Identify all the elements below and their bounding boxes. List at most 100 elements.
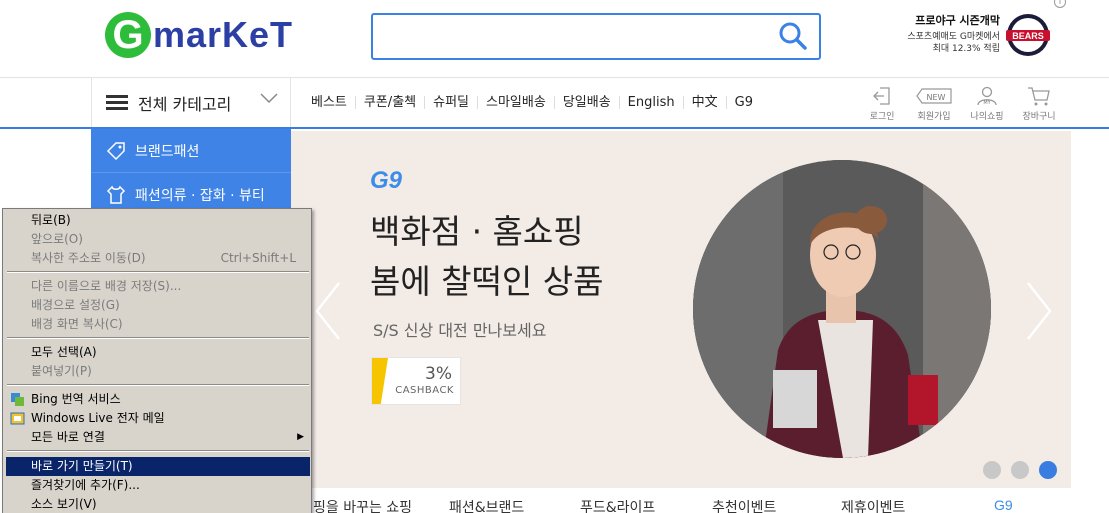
ctx-label: 붙여넣기(P) (31, 364, 92, 378)
banner-pagination (983, 461, 1057, 479)
ctx-all-accelerators[interactable]: 모든 바로 연결 ▶ (6, 428, 310, 447)
main-navbar: 전체 카테고리 베스트 쿠폰/출첵 슈퍼딜 스마일배송 당일배송 English… (0, 78, 1109, 129)
info-icon[interactable]: i (1054, 0, 1066, 8)
tab-partner-events[interactable]: 제휴이벤트 (841, 497, 905, 513)
nav-link-g9[interactable]: G9 (727, 96, 761, 109)
search-box (371, 13, 821, 60)
ctx-label: Bing 번역 서비스 (31, 392, 121, 406)
my-shopping-button[interactable]: MY 나의쇼핑 (965, 86, 1009, 122)
windows-live-mail-icon (10, 412, 25, 425)
category-brand-fashion[interactable]: 브랜드패션 (91, 129, 291, 173)
nav-link-chinese[interactable]: 中文 (684, 96, 727, 109)
banner-dot-3[interactable] (1039, 461, 1057, 479)
ctx-label: 바로 가기 만들기(T) (31, 459, 133, 473)
baseball-promo[interactable]: 프로야구 시즌개막 스포츠예매도 G마켓에서 최대 12.3% 적립 (895, 12, 1000, 55)
ctx-separator (7, 271, 309, 273)
shirt-icon (106, 185, 126, 204)
ctx-windows-live-mail[interactable]: Windows Live 전자 메일 (6, 409, 310, 428)
banner-g9-badge: G9 (370, 167, 403, 194)
banner-model-photo (693, 160, 991, 458)
nav-link-coupon[interactable]: 쿠폰/출첵 (356, 96, 426, 109)
context-menu: 뒤로(B) 앞으로(O) 복사한 주소로 이동(D) Ctrl+Shift+L … (2, 208, 312, 513)
cashback-label: CASHBACK (395, 385, 454, 396)
cart-icon (1028, 87, 1050, 106)
promo-title: 프로야구 시즌개막 (915, 14, 1000, 27)
banner-tabs: 핑을 바꾸는 쇼핑 패션&브랜드 푸드&라이프 추천이벤트 제휴이벤트 G9 (291, 488, 1071, 513)
new-member-icon: NEW (916, 88, 952, 104)
signup-button[interactable]: NEW 회원가입 (912, 86, 956, 122)
banner-next-arrow-icon[interactable] (1024, 281, 1054, 341)
ctx-label: 뒤로(B) (31, 213, 71, 227)
model-illustration (693, 160, 991, 458)
promo-line-2: 최대 12.3% 적립 (932, 44, 1000, 54)
my-shopping-label: 나의쇼핑 (970, 112, 1004, 122)
ctx-select-all[interactable]: 모두 선택(A) (6, 343, 310, 362)
bears-badge-text: BEARS (1012, 31, 1044, 41)
ctx-add-to-favorites[interactable]: 즐겨찾기에 추가(F)... (6, 476, 310, 495)
bears-logo-icon[interactable]: BEARS (1004, 13, 1052, 57)
all-categories-label: 전체 카테고리 (138, 94, 232, 114)
banner-prev-arrow-icon[interactable] (313, 281, 343, 341)
ctx-shortcut: Ctrl+Shift+L (220, 251, 296, 265)
cart-label: 장바구니 (1022, 112, 1056, 122)
ctx-paste[interactable]: 붙여넣기(P) (6, 362, 310, 381)
tab-shopping[interactable]: 핑을 바꾸는 쇼핑 (313, 497, 412, 513)
tab-recommended-events[interactable]: 추천이벤트 (712, 497, 776, 513)
login-icon (873, 87, 890, 105)
ctx-paste-and-go[interactable]: 복사한 주소로 이동(D) Ctrl+Shift+L (6, 249, 310, 268)
login-button[interactable]: 로그인 (860, 86, 904, 122)
ctx-label: 즐겨찾기에 추가(F)... (31, 478, 140, 492)
category-label: 패션의류 · 잡화 · 뷰티 (135, 187, 265, 204)
ctx-forward[interactable]: 앞으로(O) (6, 230, 310, 249)
banner-headline-1: 백화점 · 홈쇼핑 (370, 212, 584, 251)
ctx-back[interactable]: 뒤로(B) (6, 211, 310, 230)
nav-link-best[interactable]: 베스트 (311, 96, 356, 109)
cart-button[interactable]: 장바구니 (1017, 86, 1061, 122)
ctx-label: 다른 이름으로 배경 저장(S)... (31, 279, 182, 293)
ctx-create-shortcut[interactable]: 바로 가기 만들기(T) (6, 457, 310, 476)
ctx-bing-translate[interactable]: Bing 번역 서비스 (6, 390, 310, 409)
ctx-label: 모두 선택(A) (31, 345, 97, 359)
tab-fashion-brand[interactable]: 패션&브랜드 (449, 497, 524, 513)
nav-link-smile-delivery[interactable]: 스마일배송 (478, 96, 555, 109)
ctx-separator (7, 450, 309, 452)
banner-dot-2[interactable] (1011, 461, 1029, 479)
ctx-save-background[interactable]: 다른 이름으로 배경 저장(S)... (6, 277, 310, 296)
hamburger-icon (106, 94, 128, 111)
banner-dot-1[interactable] (983, 461, 1001, 479)
ctx-view-source[interactable]: 소스 보기(V) (6, 495, 310, 513)
ctx-label: 복사한 주소로 이동(D) (31, 251, 146, 265)
nav-link-english[interactable]: English (620, 96, 684, 109)
ctx-label: 배경 화면 복사(C) (31, 317, 123, 331)
cashback-stripe (372, 358, 388, 404)
ctx-set-background[interactable]: 배경으로 설정(G) (6, 296, 310, 315)
login-label: 로그인 (869, 112, 895, 122)
tag-icon (106, 141, 125, 160)
banner-subline: S/S 신상 대전 만나보세요 (373, 321, 547, 340)
ctx-copy-background[interactable]: 배경 화면 복사(C) (6, 315, 310, 334)
cashback-badge: 3% CASHBACK (371, 357, 461, 405)
logo-wordmark: marKeT (153, 14, 294, 55)
my-shopping-icon: MY (977, 86, 997, 106)
nav-link-same-day[interactable]: 당일배송 (555, 96, 620, 109)
chevron-down-icon (260, 93, 278, 104)
logo-g: G (105, 12, 151, 58)
banner-headline: 백화점 · 홈쇼핑 봄에 찰떡인 상품 (370, 207, 604, 307)
ctx-separator (7, 384, 309, 386)
ctx-label: 배경으로 설정(G) (31, 298, 120, 312)
new-badge: NEW (927, 93, 946, 102)
promo-line-1: 스포츠예매도 G마켓에서 (907, 32, 1000, 42)
all-categories-button[interactable]: 전체 카테고리 (91, 78, 291, 127)
search-icon (779, 22, 807, 50)
gmarket-logo[interactable]: G marKeT (105, 12, 293, 58)
nav-link-superdeal[interactable]: 슈퍼딜 (425, 96, 479, 109)
search-button[interactable] (777, 21, 809, 53)
tab-g9[interactable]: G9 (994, 497, 1013, 513)
search-input[interactable] (381, 21, 761, 52)
category-label: 브랜드패션 (135, 143, 200, 160)
ctx-separator (7, 337, 309, 339)
tab-food-life[interactable]: 푸드&라이프 (580, 497, 655, 513)
nav-links: 베스트 쿠폰/출첵 슈퍼딜 스마일배송 당일배송 English 中文 G9 (311, 78, 761, 127)
ctx-label: 모든 바로 연결 (31, 430, 105, 444)
main-banner[interactable]: G9 백화점 · 홈쇼핑 봄에 찰떡인 상품 S/S 신상 대전 만나보세요 3… (291, 131, 1071, 488)
